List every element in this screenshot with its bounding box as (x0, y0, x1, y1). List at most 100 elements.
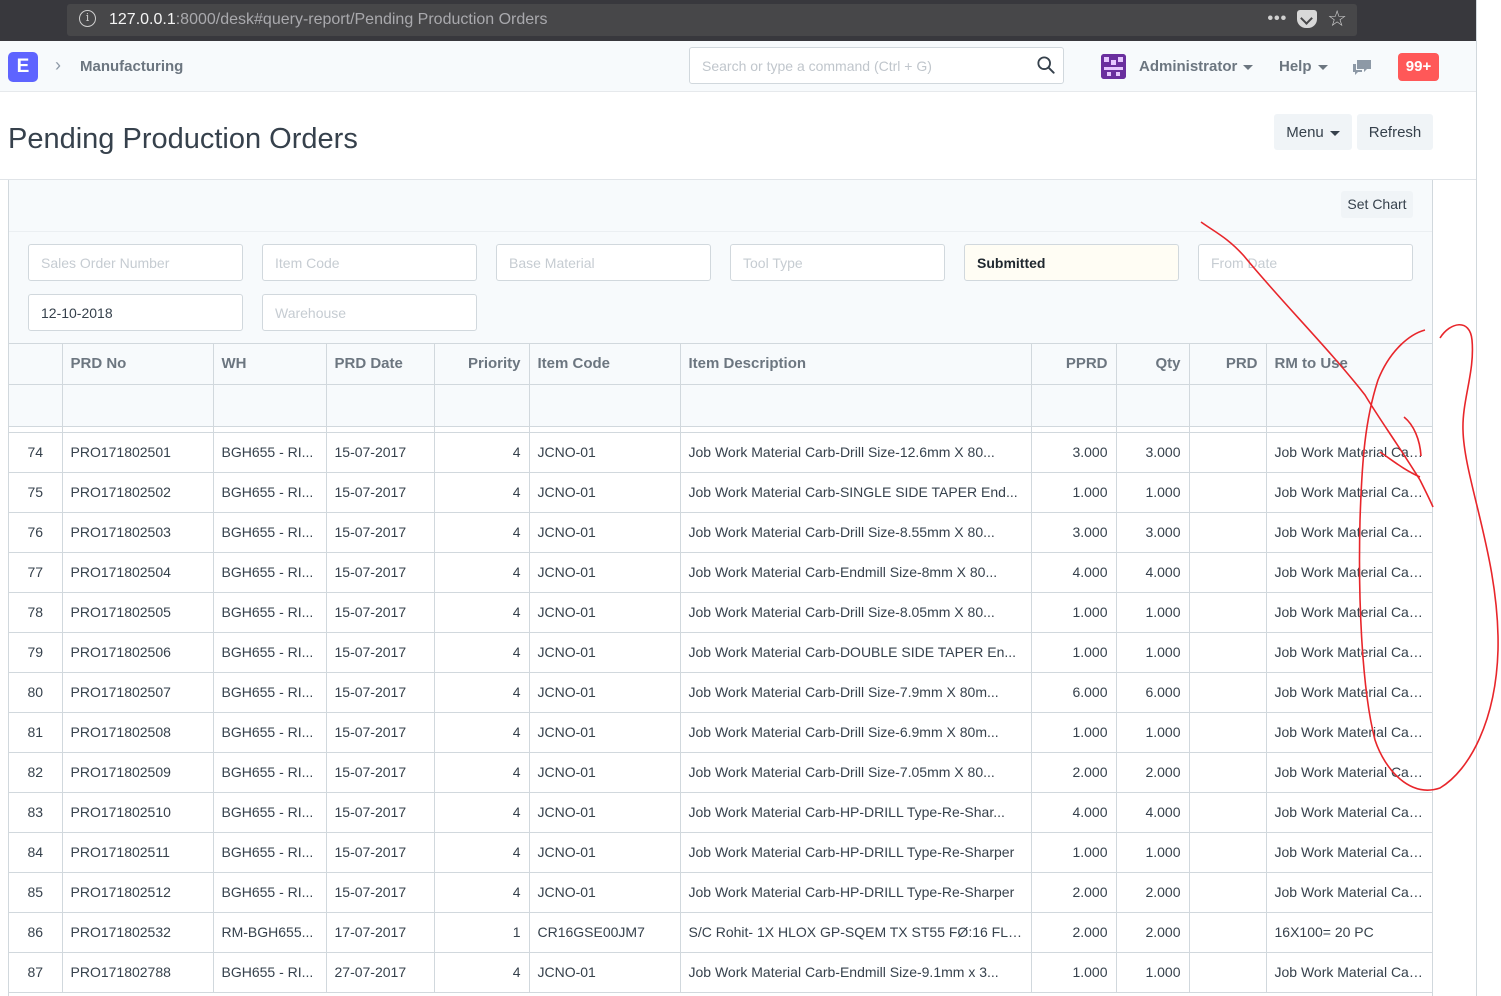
to-date-filter[interactable] (28, 294, 243, 331)
menu-button[interactable]: Menu (1274, 114, 1352, 150)
row-index[interactable]: 79 (9, 632, 63, 673)
filter-cell[interactable] (1116, 384, 1190, 427)
warehouse-cell[interactable]: BGH655 - RI... (213, 432, 327, 473)
warehouse-cell[interactable]: BGH655 - RI... (213, 672, 327, 713)
row-index[interactable]: 74 (9, 432, 63, 473)
prd-date-cell[interactable]: 15-07-2017 (326, 752, 435, 793)
pprd-cell[interactable]: 4.000 (1031, 792, 1117, 833)
qty-cell[interactable]: 2.000 (1116, 752, 1190, 793)
item-code-cell[interactable]: JCNO-01 (529, 712, 681, 753)
prd-cell[interactable] (1189, 432, 1267, 473)
row-index[interactable]: 76 (9, 512, 63, 553)
column-header[interactable]: Qty (1116, 344, 1190, 385)
column-header[interactable]: PRD Date (326, 344, 435, 385)
search-input[interactable] (691, 49, 1021, 82)
prd-no-cell[interactable]: PRO171802509 (62, 752, 214, 793)
item-code-cell[interactable]: JCNO-01 (529, 512, 681, 553)
item-description-cell[interactable]: Job Work Material Carb-HP-DRILL Type-Re-… (680, 832, 1032, 873)
priority-cell[interactable]: 4 (434, 472, 530, 513)
rm-to-use-cell[interactable]: Job Work Material Carb- (1266, 792, 1433, 833)
prd-cell[interactable] (1189, 632, 1267, 673)
table-row[interactable]: 75 PRO171802502 BGH655 - RI... 15-07-2017 4 J… (9, 472, 1433, 513)
row-index[interactable]: 80 (9, 672, 63, 713)
row-index[interactable]: 77 (9, 552, 63, 593)
pprd-cell[interactable]: 2.000 (1031, 912, 1117, 953)
item-code-cell[interactable]: JCNO-01 (529, 792, 681, 833)
warehouse-cell[interactable]: BGH655 - RI... (213, 472, 327, 513)
column-header[interactable]: Item Code (529, 344, 681, 385)
prd-no-cell[interactable]: PRO171802512 (62, 872, 214, 913)
rm-to-use-cell[interactable]: Job Work Material Carb- (1266, 552, 1433, 593)
warehouse-filter[interactable] (262, 294, 477, 331)
table-row[interactable]: 81 PRO171802508 BGH655 - RI... 15-07-2017 4 J… (9, 712, 1433, 753)
prd-date-cell[interactable]: 17-07-2017 (326, 912, 435, 953)
item-code-cell[interactable]: JCNO-01 (529, 872, 681, 913)
item-code-cell[interactable]: JCNO-01 (529, 672, 681, 713)
pprd-cell[interactable]: 3.000 (1031, 432, 1117, 473)
search-icon[interactable] (1037, 56, 1055, 74)
qty-cell[interactable]: 2.000 (1116, 872, 1190, 913)
prd-date-cell[interactable]: 15-07-2017 (326, 432, 435, 473)
prd-no-cell[interactable]: PRO171802788 (62, 952, 214, 993)
prd-no-cell[interactable]: PRO171802508 (62, 712, 214, 753)
pprd-cell[interactable]: 1.000 (1031, 952, 1117, 993)
prd-no-cell[interactable]: PRO171802501 (62, 432, 214, 473)
priority-cell[interactable]: 1 (434, 912, 530, 953)
refresh-button[interactable]: Refresh (1357, 114, 1433, 150)
item-code-cell[interactable]: CR16GSE00JM7 (529, 912, 681, 953)
item-code-cell[interactable]: JCNO-01 (529, 472, 681, 513)
item-code-cell[interactable]: JCNO-01 (529, 592, 681, 633)
item-description-cell[interactable]: Job Work Material Carb-Drill Size-7.9mm … (680, 672, 1032, 713)
prd-date-cell[interactable]: 15-07-2017 (326, 592, 435, 633)
filter-cell[interactable] (529, 384, 681, 427)
pprd-cell[interactable]: 3.000 (1031, 512, 1117, 553)
table-row[interactable]: 74 PRO171802501 BGH655 - RI... 15-07-2017 4 J… (9, 432, 1433, 473)
column-header[interactable]: Item Description (680, 344, 1032, 385)
row-index[interactable]: 78 (9, 592, 63, 633)
rm-to-use-cell[interactable]: Job Work Material Carb- (1266, 952, 1433, 993)
qty-cell[interactable]: 1.000 (1116, 472, 1190, 513)
item-description-cell[interactable]: Job Work Material Carb-Drill Size-6.9mm … (680, 712, 1032, 753)
prd-date-cell[interactable]: 15-07-2017 (326, 672, 435, 713)
tool-type-filter[interactable] (730, 244, 945, 281)
row-index[interactable]: 83 (9, 792, 63, 833)
priority-cell[interactable]: 4 (434, 832, 530, 873)
filter-cell[interactable] (1031, 384, 1117, 427)
prd-no-cell[interactable]: PRO171802510 (62, 792, 214, 833)
pprd-cell[interactable]: 1.000 (1031, 592, 1117, 633)
item-code-cell[interactable]: JCNO-01 (529, 952, 681, 993)
item-code-cell[interactable]: JCNO-01 (529, 432, 681, 473)
warehouse-cell[interactable]: BGH655 - RI... (213, 712, 327, 753)
item-description-cell[interactable]: Job Work Material Carb-Endmill Size-9.1m… (680, 952, 1032, 993)
column-header[interactable]: Priority (434, 344, 530, 385)
pprd-cell[interactable]: 1.000 (1031, 832, 1117, 873)
priority-cell[interactable]: 4 (434, 952, 530, 993)
qty-cell[interactable]: 1.000 (1116, 952, 1190, 993)
prd-cell[interactable] (1189, 912, 1267, 953)
rm-to-use-cell[interactable]: Job Work Material Carb- (1266, 472, 1433, 513)
table-row[interactable]: 87 PRO171802788 BGH655 - RI... 27-07-2017 4 J… (9, 952, 1433, 993)
prd-date-cell[interactable]: 15-07-2017 (326, 472, 435, 513)
prd-no-cell[interactable]: PRO171802503 (62, 512, 214, 553)
prd-no-cell[interactable]: PRO171802506 (62, 632, 214, 673)
prd-no-cell[interactable]: PRO171802532 (62, 912, 214, 953)
priority-cell[interactable]: 4 (434, 592, 530, 633)
prd-cell[interactable] (1189, 672, 1267, 713)
item-description-cell[interactable]: S/C Rohit- 1X HLOX GP-SQEM TX ST55 FØ:16… (680, 912, 1032, 953)
qty-cell[interactable]: 4.000 (1116, 552, 1190, 593)
warehouse-cell[interactable]: RM-BGH655... (213, 912, 327, 953)
item-description-cell[interactable]: Job Work Material Carb-SINGLE SIDE TAPER… (680, 472, 1032, 513)
table-row[interactable]: 77 PRO171802504 BGH655 - RI... 15-07-2017 4 J… (9, 552, 1433, 593)
row-index[interactable]: 81 (9, 712, 63, 753)
table-row[interactable]: 80 PRO171802507 BGH655 - RI... 15-07-2017 4 J… (9, 672, 1433, 713)
item-description-cell[interactable]: Job Work Material Carb-DOUBLE SIDE TAPER… (680, 632, 1032, 673)
prd-no-cell[interactable]: PRO171802505 (62, 592, 214, 633)
pprd-cell[interactable]: 1.000 (1031, 632, 1117, 673)
pprd-cell[interactable]: 4.000 (1031, 552, 1117, 593)
item-description-cell[interactable]: Job Work Material Carb-Drill Size-7.05mm… (680, 752, 1032, 793)
warehouse-cell[interactable]: BGH655 - RI... (213, 552, 327, 593)
from-date-filter[interactable] (1198, 244, 1413, 281)
table-row[interactable]: 76 PRO171802503 BGH655 - RI... 15-07-2017 4 J… (9, 512, 1433, 553)
item-code-cell[interactable]: JCNO-01 (529, 752, 681, 793)
priority-cell[interactable]: 4 (434, 792, 530, 833)
